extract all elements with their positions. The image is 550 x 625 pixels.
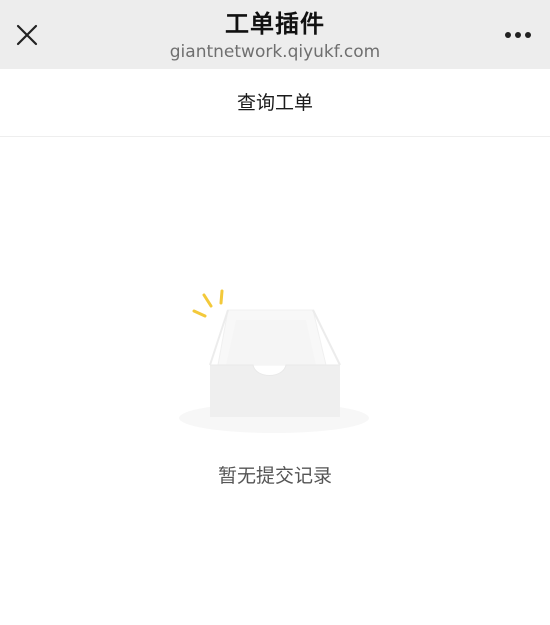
page-title: 工单插件 [225,10,325,38]
empty-state-illustration [166,282,386,442]
empty-box-icon [179,289,369,433]
tab-query-tickets[interactable]: 查询工单 [0,90,550,116]
more-icon [505,32,531,38]
tab-bar: 查询工单 [0,69,550,137]
domain-subtitle: giantnetwork.qiyukf.com [169,42,381,62]
top-navigation-bar: 工单插件 giantnetwork.qiyukf.com [0,0,550,69]
more-options-button[interactable] [498,18,538,52]
empty-state-message: 暂无提交记录 [217,465,332,487]
header-title-area: 工单插件 giantnetwork.qiyukf.com [0,8,550,63]
